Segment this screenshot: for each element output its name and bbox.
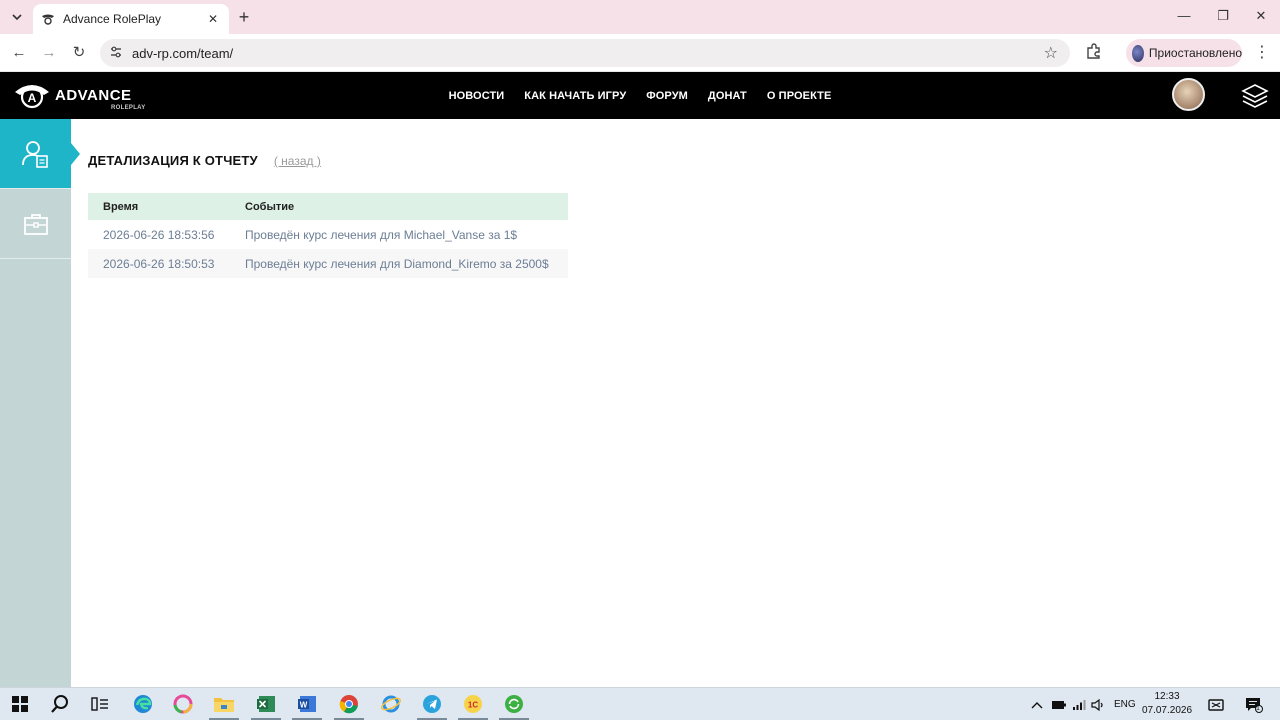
network-signal-icon[interactable] xyxy=(1072,688,1086,720)
user-report-icon xyxy=(21,140,48,168)
photos-app-icon[interactable] xyxy=(171,693,195,715)
nav-forum[interactable]: ФОРУМ xyxy=(646,90,688,102)
notification-count-badge: 1 xyxy=(1256,705,1260,712)
extensions-puzzle-icon[interactable] xyxy=(1084,42,1104,62)
internet-explorer-icon[interactable] xyxy=(379,693,403,715)
green-sync-app-icon[interactable] xyxy=(502,693,526,715)
nav-donate[interactable]: ДОНАТ xyxy=(708,90,747,102)
profile-status-label: Приостановлено xyxy=(1148,46,1242,60)
reload-icon[interactable]: ↻ xyxy=(68,42,90,64)
forward-arrow-icon[interactable]: → xyxy=(38,42,60,64)
table-header-row: Время Событие xyxy=(88,193,568,220)
clock-time: 12:33 xyxy=(1154,691,1180,702)
window-maximize-button[interactable]: ❐ xyxy=(1205,6,1241,26)
back-arrow-icon[interactable]: ← xyxy=(8,42,30,64)
sidebar-item-reports[interactable] xyxy=(0,119,80,188)
tray-expand-icon[interactable] xyxy=(1031,688,1043,720)
layers-menu-icon[interactable] xyxy=(1241,82,1269,110)
nav-news[interactable]: НОВОСТИ xyxy=(449,90,505,102)
tab-close-icon[interactable]: ✕ xyxy=(205,12,221,26)
clock-date: 07.07.2026 xyxy=(1141,705,1193,716)
taskbar: W 1С ENG 12:33 07.07.2026 1 xyxy=(0,687,1280,720)
svg-text:W: W xyxy=(300,701,308,710)
windows-start-icon[interactable] xyxy=(8,693,32,715)
back-link[interactable]: ( назад ) xyxy=(274,154,321,168)
tab-title: Advance RolePlay xyxy=(63,12,162,26)
volume-icon[interactable] xyxy=(1091,688,1107,720)
nav-about[interactable]: О ПРОЕКТЕ xyxy=(767,90,832,102)
column-header-event: Событие xyxy=(230,193,568,220)
sidebar-item-portfolio[interactable] xyxy=(0,189,71,258)
sidebar-divider xyxy=(0,258,71,259)
site-info-icon[interactable] xyxy=(109,45,123,59)
task-view-icon[interactable] xyxy=(88,693,112,715)
word-icon[interactable]: W xyxy=(295,693,319,715)
table-row: 2026-06-26 18:50:53 Проведён курс лечени… xyxy=(88,249,568,278)
search-icon[interactable] xyxy=(48,693,72,715)
chevron-down-icon xyxy=(12,14,22,21)
notification-center-icon[interactable]: 1 xyxy=(1245,688,1263,720)
window-close-button[interactable]: ✕ xyxy=(1243,6,1279,26)
browser-toolbar: ← → ↻ adv-rp.com/team/ ☆ Приостановлено … xyxy=(0,34,1280,72)
language-indicator[interactable]: ENG xyxy=(1114,688,1136,720)
row-time: 2026-06-26 18:53:56 xyxy=(88,220,230,249)
report-details-table: Время Событие 2026-06-26 18:53:56 Провед… xyxy=(88,193,568,278)
site-favicon-icon xyxy=(41,12,55,26)
edge-browser-icon[interactable] xyxy=(131,693,155,715)
site-header: A ADVANCE ROLEPLAY НОВОСТИ КАК НАЧАТЬ ИГ… xyxy=(0,72,1280,119)
bookmark-star-icon[interactable]: ☆ xyxy=(1044,43,1058,63)
tab-search-button[interactable] xyxy=(6,7,28,27)
nav-how-to-start[interactable]: КАК НАЧАТЬ ИГРУ xyxy=(524,90,626,102)
table-row: 2026-06-26 18:53:56 Проведён курс лечени… xyxy=(88,220,568,249)
profile-button[interactable]: Приостановлено xyxy=(1126,39,1242,67)
row-event: Проведён курс лечения для Michael_Vanse … xyxy=(230,220,568,249)
meet-now-icon[interactable] xyxy=(1208,688,1224,720)
battery-icon[interactable] xyxy=(1051,688,1067,720)
user-avatar[interactable] xyxy=(1172,78,1205,111)
page-heading: ДЕТАЛИЗАЦИЯ К ОТЧЕТУ ( назад ) xyxy=(88,153,321,168)
main-navigation: НОВОСТИ КАК НАЧАТЬ ИГРУ ФОРУМ ДОНАТ О ПР… xyxy=(0,72,1280,119)
row-event: Проведён курс лечения для Diamond_Kiremo… xyxy=(230,249,568,278)
left-sidebar xyxy=(0,119,80,687)
page-title: ДЕТАЛИЗАЦИЯ К ОТЧЕТУ xyxy=(88,153,258,168)
browser-tabstrip: Advance RolePlay ✕ + — ❐ ✕ xyxy=(0,0,1280,34)
file-explorer-icon[interactable] xyxy=(212,693,236,715)
svg-text:1С: 1С xyxy=(468,701,478,710)
browser-tab[interactable]: Advance RolePlay ✕ xyxy=(33,4,229,34)
1c-app-icon[interactable]: 1С xyxy=(461,693,485,715)
address-bar[interactable]: adv-rp.com/team/ ☆ xyxy=(100,39,1070,67)
excel-icon[interactable] xyxy=(254,693,278,715)
chrome-icon[interactable] xyxy=(337,693,361,715)
window-minimize-button[interactable]: — xyxy=(1166,6,1202,26)
url-text[interactable]: adv-rp.com/team/ xyxy=(132,46,233,61)
briefcase-icon xyxy=(23,213,48,235)
taskbar-clock[interactable]: 12:33 07.07.2026 xyxy=(1140,690,1194,718)
new-tab-button[interactable]: + xyxy=(234,8,254,28)
column-header-time: Время xyxy=(88,193,230,220)
row-time: 2026-06-26 18:50:53 xyxy=(88,249,230,278)
telegram-icon[interactable] xyxy=(420,693,444,715)
browser-menu-icon[interactable]: ⋮ xyxy=(1254,42,1270,64)
profile-avatar xyxy=(1132,44,1144,62)
